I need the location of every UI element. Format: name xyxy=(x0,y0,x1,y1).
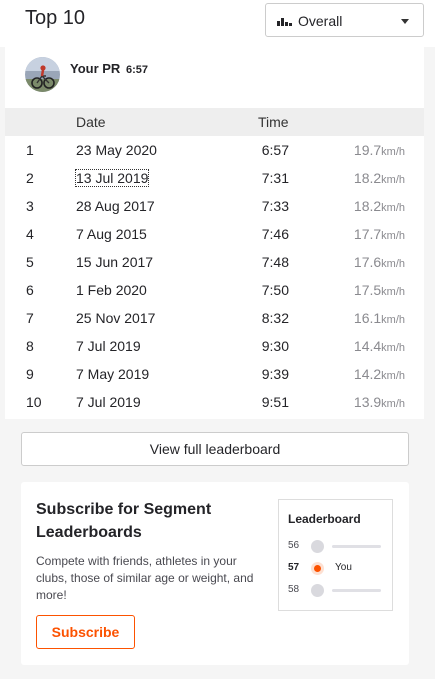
row-time: 9:30 xyxy=(261,338,289,354)
placeholder-bar xyxy=(332,545,381,548)
leaderboard-preview: Leaderboard 56 57 You 58 xyxy=(278,499,393,611)
personal-record: Your PR 6:57 xyxy=(5,47,424,107)
row-time: 7:31 xyxy=(261,170,289,186)
preview-you-label: You xyxy=(335,562,352,573)
leaderboard-preview-row: 58 xyxy=(288,583,388,599)
row-rank: 9 xyxy=(26,366,34,382)
row-rank: 7 xyxy=(26,310,34,326)
table-row[interactable]: 5 15 Jun 2017 7:48 17.6km/h xyxy=(5,248,424,276)
chevron-down-icon xyxy=(401,19,409,24)
preview-rank: 56 xyxy=(288,540,300,551)
row-speed: 17.5km/h xyxy=(353,282,405,298)
preview-rank: 58 xyxy=(288,584,300,595)
row-date[interactable]: 7 Jul 2019 xyxy=(76,394,141,410)
row-speed: 19.7km/h xyxy=(353,142,405,158)
leaderboard-preview-title: Leaderboard xyxy=(288,512,361,526)
row-speed: 13.9km/h xyxy=(353,394,405,410)
filter-dropdown[interactable]: Overall xyxy=(265,3,424,37)
preview-rank: 57 xyxy=(288,562,300,573)
row-date[interactable]: 15 Jun 2017 xyxy=(76,254,153,270)
table-header: Date Time xyxy=(5,108,424,136)
row-speed: 14.4km/h xyxy=(353,338,405,354)
promo-description: Compete with friends, athletes in your c… xyxy=(36,554,254,602)
row-speed: 17.7km/h xyxy=(353,226,405,242)
leaderboard-preview-row: 56 xyxy=(288,539,388,555)
row-rank: 1 xyxy=(26,142,34,158)
row-rank: 6 xyxy=(26,282,34,298)
table-row[interactable]: 6 1 Feb 2020 7:50 17.5km/h xyxy=(5,276,424,304)
bar-chart-icon xyxy=(277,18,292,26)
row-time: 9:51 xyxy=(261,394,289,410)
row-time: 8:32 xyxy=(261,310,289,326)
row-speed: 18.2km/h xyxy=(353,170,405,186)
row-rank: 2 xyxy=(26,170,34,186)
row-date[interactable]: 25 Nov 2017 xyxy=(76,310,155,326)
row-rank: 5 xyxy=(26,254,34,270)
row-date[interactable]: 13 Jul 2019 xyxy=(74,169,150,187)
table-row[interactable]: 8 7 Jul 2019 9:30 14.4km/h xyxy=(5,332,424,360)
avatar[interactable] xyxy=(25,57,60,92)
row-time: 9:39 xyxy=(261,366,289,382)
view-full-leaderboard-button[interactable]: View full leaderboard xyxy=(21,432,409,466)
row-rank: 3 xyxy=(26,198,34,214)
row-date[interactable]: 7 May 2019 xyxy=(76,366,149,382)
row-rank: 8 xyxy=(26,338,34,354)
row-speed: 17.6km/h xyxy=(353,254,405,270)
column-header-time: Time xyxy=(258,114,289,130)
row-date[interactable]: 23 May 2020 xyxy=(76,142,157,158)
table-row[interactable]: 2 13 Jul 2019 7:31 18.2km/h xyxy=(5,164,424,192)
row-speed: 18.2km/h xyxy=(353,198,405,214)
avatar-placeholder-icon xyxy=(311,540,324,553)
row-rank: 10 xyxy=(26,394,42,410)
row-time: 7:48 xyxy=(261,254,289,270)
table-row[interactable]: 9 7 May 2019 9:39 14.2km/h xyxy=(5,360,424,388)
row-time: 6:57 xyxy=(261,142,289,158)
filter-selected-label: Overall xyxy=(298,13,343,29)
column-header-date: Date xyxy=(76,114,106,130)
table-row[interactable]: 1 23 May 2020 6:57 19.7km/h xyxy=(5,136,424,164)
row-speed: 14.2km/h xyxy=(353,366,405,382)
placeholder-bar xyxy=(332,589,381,592)
table-row[interactable]: 3 28 Aug 2017 7:33 18.2km/h xyxy=(5,192,424,220)
row-date[interactable]: 7 Jul 2019 xyxy=(76,338,141,354)
table-row[interactable]: 4 7 Aug 2015 7:46 17.7km/h xyxy=(5,220,424,248)
avatar-placeholder-icon xyxy=(311,584,324,597)
pr-label: Your PR 6:57 xyxy=(70,61,148,76)
row-time: 7:46 xyxy=(261,226,289,242)
table-row[interactable]: 7 25 Nov 2017 8:32 16.1km/h xyxy=(5,304,424,332)
row-time: 7:33 xyxy=(261,198,289,214)
page-title: Top 10 xyxy=(25,7,86,29)
row-date[interactable]: 28 Aug 2017 xyxy=(76,198,155,214)
table-row[interactable]: 10 7 Jul 2019 9:51 13.9km/h xyxy=(5,388,424,416)
avatar-photo xyxy=(25,57,60,92)
pr-value: 6:57 xyxy=(125,64,148,76)
header: Top 10 Overall xyxy=(0,0,435,47)
row-date[interactable]: 1 Feb 2020 xyxy=(76,282,147,298)
row-time: 7:50 xyxy=(261,282,289,298)
top10-card: Your PR 6:57 Date Time 1 23 May 2020 6:5… xyxy=(5,47,424,419)
subscribe-button[interactable]: Subscribe xyxy=(36,615,135,649)
leaderboard-preview-row: 57 You xyxy=(288,561,388,577)
current-user-dot-icon xyxy=(311,562,324,575)
promo-title: Subscribe for Segment Leaderboards xyxy=(36,501,212,541)
row-speed: 16.1km/h xyxy=(353,310,405,326)
subscribe-promo-card: Subscribe for Segment Leaderboards Compe… xyxy=(21,482,409,665)
row-date[interactable]: 7 Aug 2015 xyxy=(76,226,147,242)
row-rank: 4 xyxy=(26,226,34,242)
